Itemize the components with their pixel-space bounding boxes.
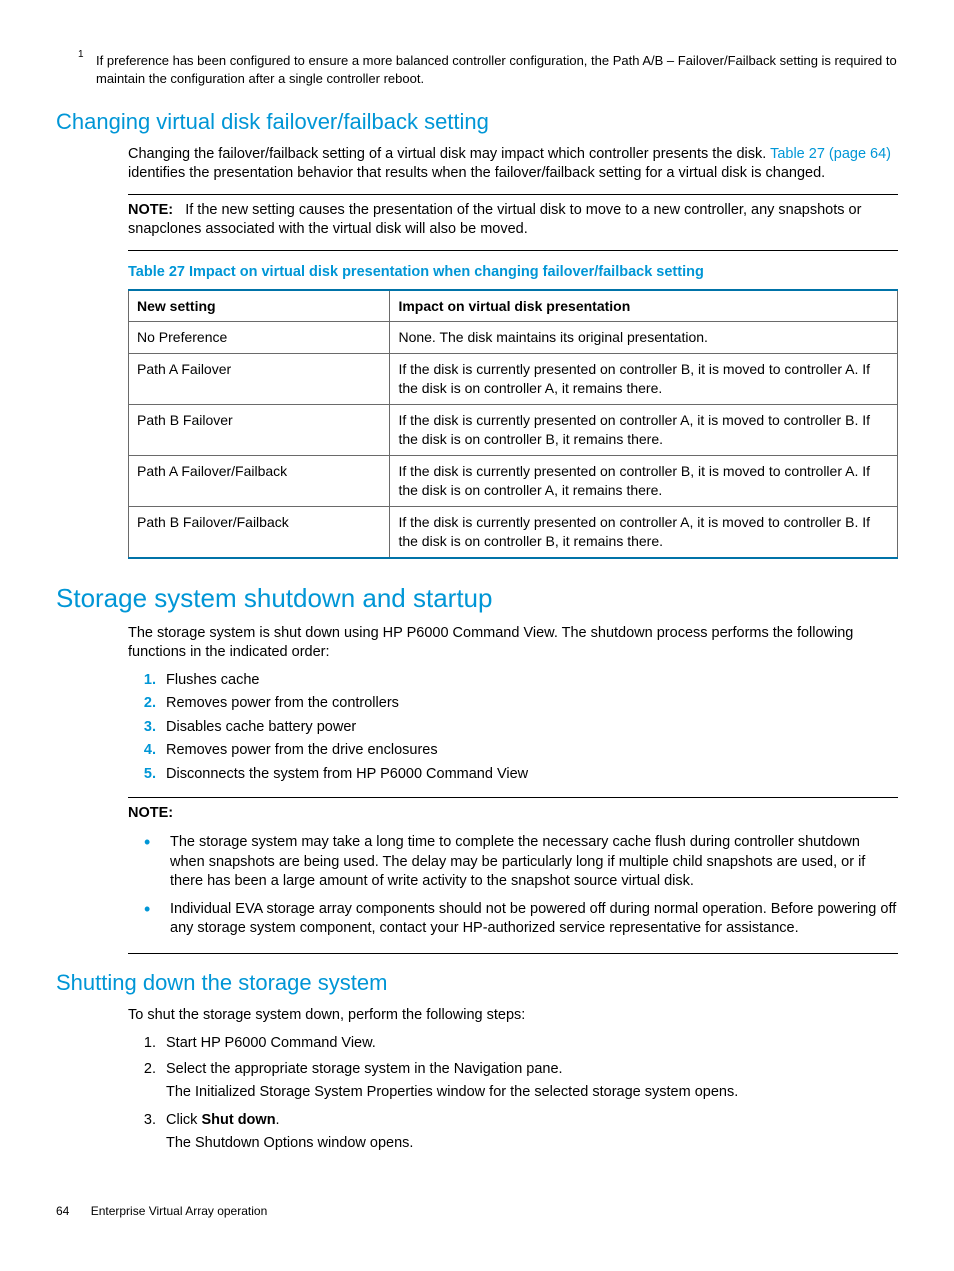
note-text: If the new setting causes the presentati…: [128, 202, 861, 238]
divider: [128, 953, 898, 954]
list-item: The storage system may take a long time …: [160, 829, 898, 896]
list-item: Flushes cache: [160, 669, 898, 693]
list-item: Select the appropriate storage system in…: [160, 1057, 898, 1108]
section2-intro: The storage system is shut down using HP…: [128, 624, 898, 663]
note-bullets: The storage system may take a long time …: [128, 829, 898, 943]
step-sub: The Initialized Storage System Propertie…: [166, 1083, 898, 1103]
note-label: NOTE:: [128, 202, 173, 218]
step-sub: The Shutdown Options window opens.: [166, 1134, 898, 1154]
table-impact: New setting Impact on virtual disk prese…: [128, 289, 898, 559]
page-number: 64: [56, 1204, 69, 1218]
footnote: 1 If preference has been configured to e…: [76, 52, 898, 87]
shutdown-steps-list: Flushes cache Removes power from the con…: [128, 669, 898, 787]
list-item: Disconnects the system from HP P6000 Com…: [160, 763, 898, 787]
divider: [128, 194, 898, 195]
section1-paragraph: Changing the failover/failback setting o…: [128, 145, 898, 184]
list-item: Removes power from the controllers: [160, 692, 898, 716]
footnote-text: If preference has been configured to ens…: [96, 53, 897, 86]
section1-body: Changing the failover/failback setting o…: [128, 145, 898, 184]
footnote-marker: 1: [78, 48, 84, 62]
table-row: Path B Failover If the disk is currently…: [129, 405, 898, 456]
section3-intro-text: To shut the storage system down, perform…: [128, 1006, 898, 1026]
list-item: Removes power from the drive enclosures: [160, 739, 898, 763]
table-row: Path A Failover/Failback If the disk is …: [129, 455, 898, 506]
shutdown-procedure: Start HP P6000 Command View. Select the …: [128, 1031, 898, 1159]
table-row: Path B Failover/Failback If the disk is …: [129, 506, 898, 557]
divider: [128, 250, 898, 251]
table-header-row: New setting Impact on virtual disk prese…: [129, 290, 898, 322]
table-caption: Table 27 Impact on virtual disk presenta…: [128, 263, 898, 283]
table-row: No Preference None. The disk maintains i…: [129, 322, 898, 354]
shut-down-bold: Shut down: [201, 1112, 275, 1128]
heading-changing-failover: Changing virtual disk failover/failback …: [56, 107, 898, 137]
link-table-27[interactable]: Table 27 (page 64): [770, 146, 891, 162]
note-block-2: NOTE:: [128, 804, 898, 824]
list-item: Click Shut down. The Shutdown Options wi…: [160, 1108, 898, 1159]
th-new-setting: New setting: [129, 290, 390, 322]
table-row: Path A Failover If the disk is currently…: [129, 354, 898, 405]
section3-intro: To shut the storage system down, perform…: [128, 1006, 898, 1026]
th-impact: Impact on virtual disk presentation: [390, 290, 898, 322]
note-block-1: NOTE: If the new setting causes the pres…: [128, 201, 898, 240]
divider: [128, 797, 898, 798]
page-footer: 64 Enterprise Virtual Array operation: [56, 1203, 898, 1219]
footer-title: Enterprise Virtual Array operation: [91, 1204, 268, 1218]
heading-shutting-down: Shutting down the storage system: [56, 968, 898, 998]
list-item: Disables cache battery power: [160, 716, 898, 740]
list-item: Individual EVA storage array components …: [160, 896, 898, 943]
section2-intro-text: The storage system is shut down using HP…: [128, 624, 898, 663]
note-label: NOTE:: [128, 805, 173, 821]
note-paragraph: NOTE: If the new setting causes the pres…: [128, 201, 898, 240]
heading-shutdown-startup: Storage system shutdown and startup: [56, 581, 898, 616]
list-item: Start HP P6000 Command View.: [160, 1031, 898, 1057]
